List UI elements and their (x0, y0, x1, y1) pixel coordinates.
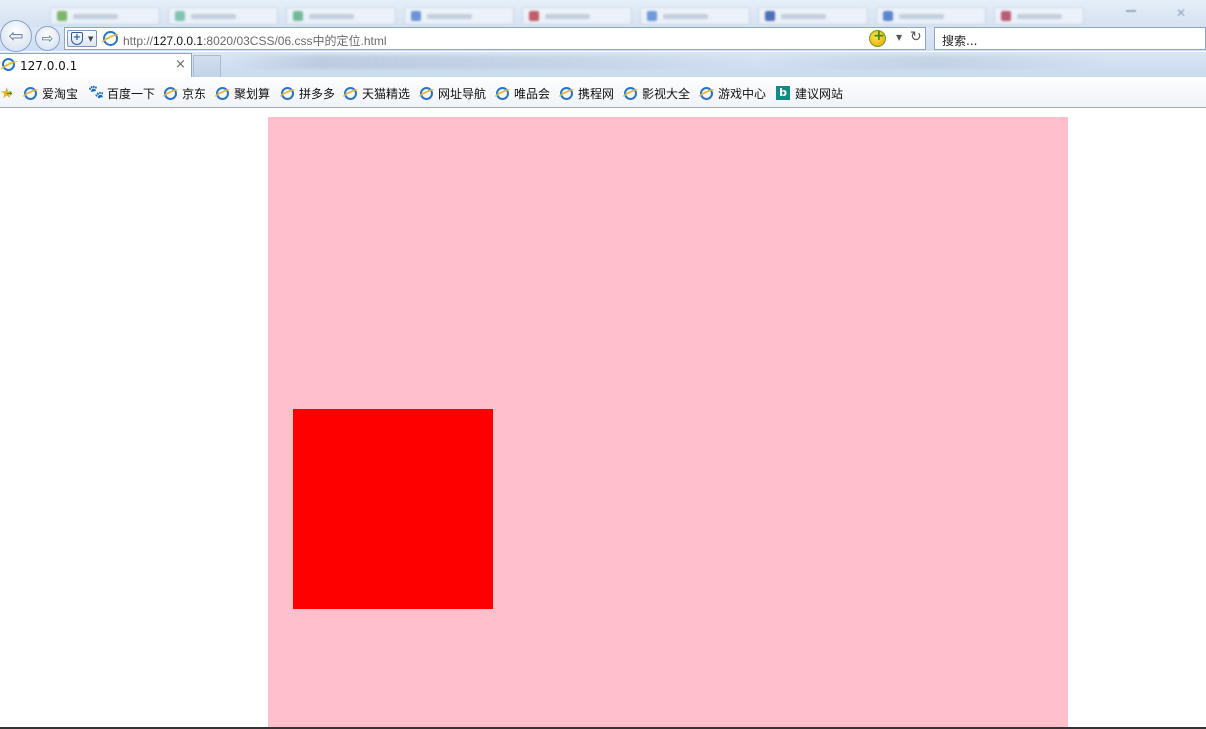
background-tab (522, 7, 632, 25)
ie-icon (24, 86, 37, 100)
back-arrow-icon: ⇦ (8, 25, 24, 47)
background-tab (168, 7, 278, 25)
favorite-item[interactable]: 网址导航 (420, 85, 486, 101)
ie-icon (496, 86, 509, 100)
positioned-red-box (293, 409, 493, 609)
favorite-item[interactable]: 京东 (164, 85, 206, 101)
favorite-label: 唯品会 (514, 86, 551, 101)
favorite-item[interactable]: 唯品会 (496, 85, 550, 101)
tab-active[interactable]: 127.0.0.1 × (0, 53, 192, 77)
favorite-label: 天猫精选 (362, 86, 411, 101)
close-tab-icon[interactable]: × (175, 57, 186, 72)
favorite-label: 游戏中心 (718, 86, 767, 101)
ie-icon (281, 86, 294, 100)
ie-icon (216, 86, 229, 100)
forward-arrow-icon: ⇨ (41, 30, 54, 47)
favorites-star-icon[interactable]: ★ (0, 84, 13, 102)
favorite-label: 影视大全 (642, 86, 691, 101)
favorite-label: 拼多多 (299, 86, 336, 101)
back-button[interactable]: ⇦ (0, 20, 32, 52)
refresh-icon[interactable]: ↻ (910, 29, 922, 45)
favorite-item[interactable]: b 建议网站 (776, 85, 843, 101)
favorites-bar: ★ 爱淘宝 🐾百度一下 京东 聚划算 拼多多 天猫精选 网址导航 唯品会 携程网 影视大全 游戏中心… (0, 78, 1206, 108)
minimize-icon (1126, 10, 1136, 12)
tab-ie-icon (2, 58, 15, 71)
search-input[interactable]: 搜索... (934, 27, 1206, 50)
favorite-label: 携程网 (578, 86, 615, 101)
new-tab-button[interactable] (193, 55, 221, 77)
forward-button[interactable]: ⇨ (35, 26, 60, 51)
navigation-bar: + ▼ http://127.0.0.1:8020/03CSS/06.css中的… (0, 20, 1206, 52)
close-window-icon: ✕ (1175, 6, 1186, 20)
ie-icon (624, 86, 637, 100)
favorite-item[interactable]: 拼多多 (281, 85, 335, 101)
url-path: :8020/03CSS/06.css中的定位.html (203, 34, 387, 48)
favorite-item[interactable]: 天猫精选 (344, 85, 410, 101)
ie-page-icon (103, 31, 118, 46)
background-tab (404, 7, 514, 25)
address-bar[interactable]: + ▼ http://127.0.0.1:8020/03CSS/06.css中的… (64, 27, 926, 50)
tab-bar: 127.0.0.1 × (0, 52, 1206, 77)
background-tab (758, 7, 868, 25)
ie-icon (420, 86, 433, 100)
security-button[interactable]: + ▼ (67, 30, 97, 47)
compatibility-view-icon[interactable] (869, 28, 886, 47)
background-tab (876, 7, 986, 25)
background-tab (640, 7, 750, 25)
background-tab-strip: ✕ (0, 0, 1206, 27)
bing-icon: b (776, 86, 790, 100)
favorite-label: 京东 (182, 86, 207, 101)
favorite-item[interactable]: 游戏中心 (700, 85, 766, 101)
ie-icon (164, 86, 177, 100)
favorite-label: 建议网站 (795, 86, 844, 101)
url-prefix: http:// (123, 34, 154, 48)
ie-icon (344, 86, 357, 100)
url-text[interactable]: http://127.0.0.1:8020/03CSS/06.css中的定位.h… (123, 32, 386, 49)
favorite-item[interactable]: 携程网 (560, 85, 614, 101)
favorite-item[interactable]: 影视大全 (624, 85, 690, 101)
favorite-item[interactable]: 🐾 百度一下 (88, 85, 155, 101)
favorite-item[interactable]: 聚划算 (216, 85, 270, 101)
page-viewport (0, 109, 1206, 729)
baidu-paw-icon: 🐾 (88, 85, 105, 100)
favorite-item[interactable]: 爱淘宝 (24, 85, 78, 101)
background-tab (994, 7, 1084, 25)
background-tab (50, 7, 160, 25)
favorite-label: 网址导航 (438, 86, 487, 101)
favorite-label: 聚划算 (234, 86, 271, 101)
ie-icon (700, 86, 713, 100)
background-tab (286, 7, 396, 25)
address-dropdown-icon[interactable]: ▼ (896, 33, 902, 42)
blurred-background (230, 55, 1110, 69)
tab-title: 127.0.0.1 (20, 59, 78, 73)
favorite-label: 爱淘宝 (42, 86, 79, 101)
outer-pink-box (268, 117, 1068, 729)
ie-icon (560, 86, 573, 100)
url-host: 127.0.0.1 (153, 34, 204, 48)
chevron-down-icon: ▼ (88, 35, 94, 43)
favorite-label: 百度一下 (107, 86, 156, 101)
shield-icon: + (71, 32, 83, 45)
